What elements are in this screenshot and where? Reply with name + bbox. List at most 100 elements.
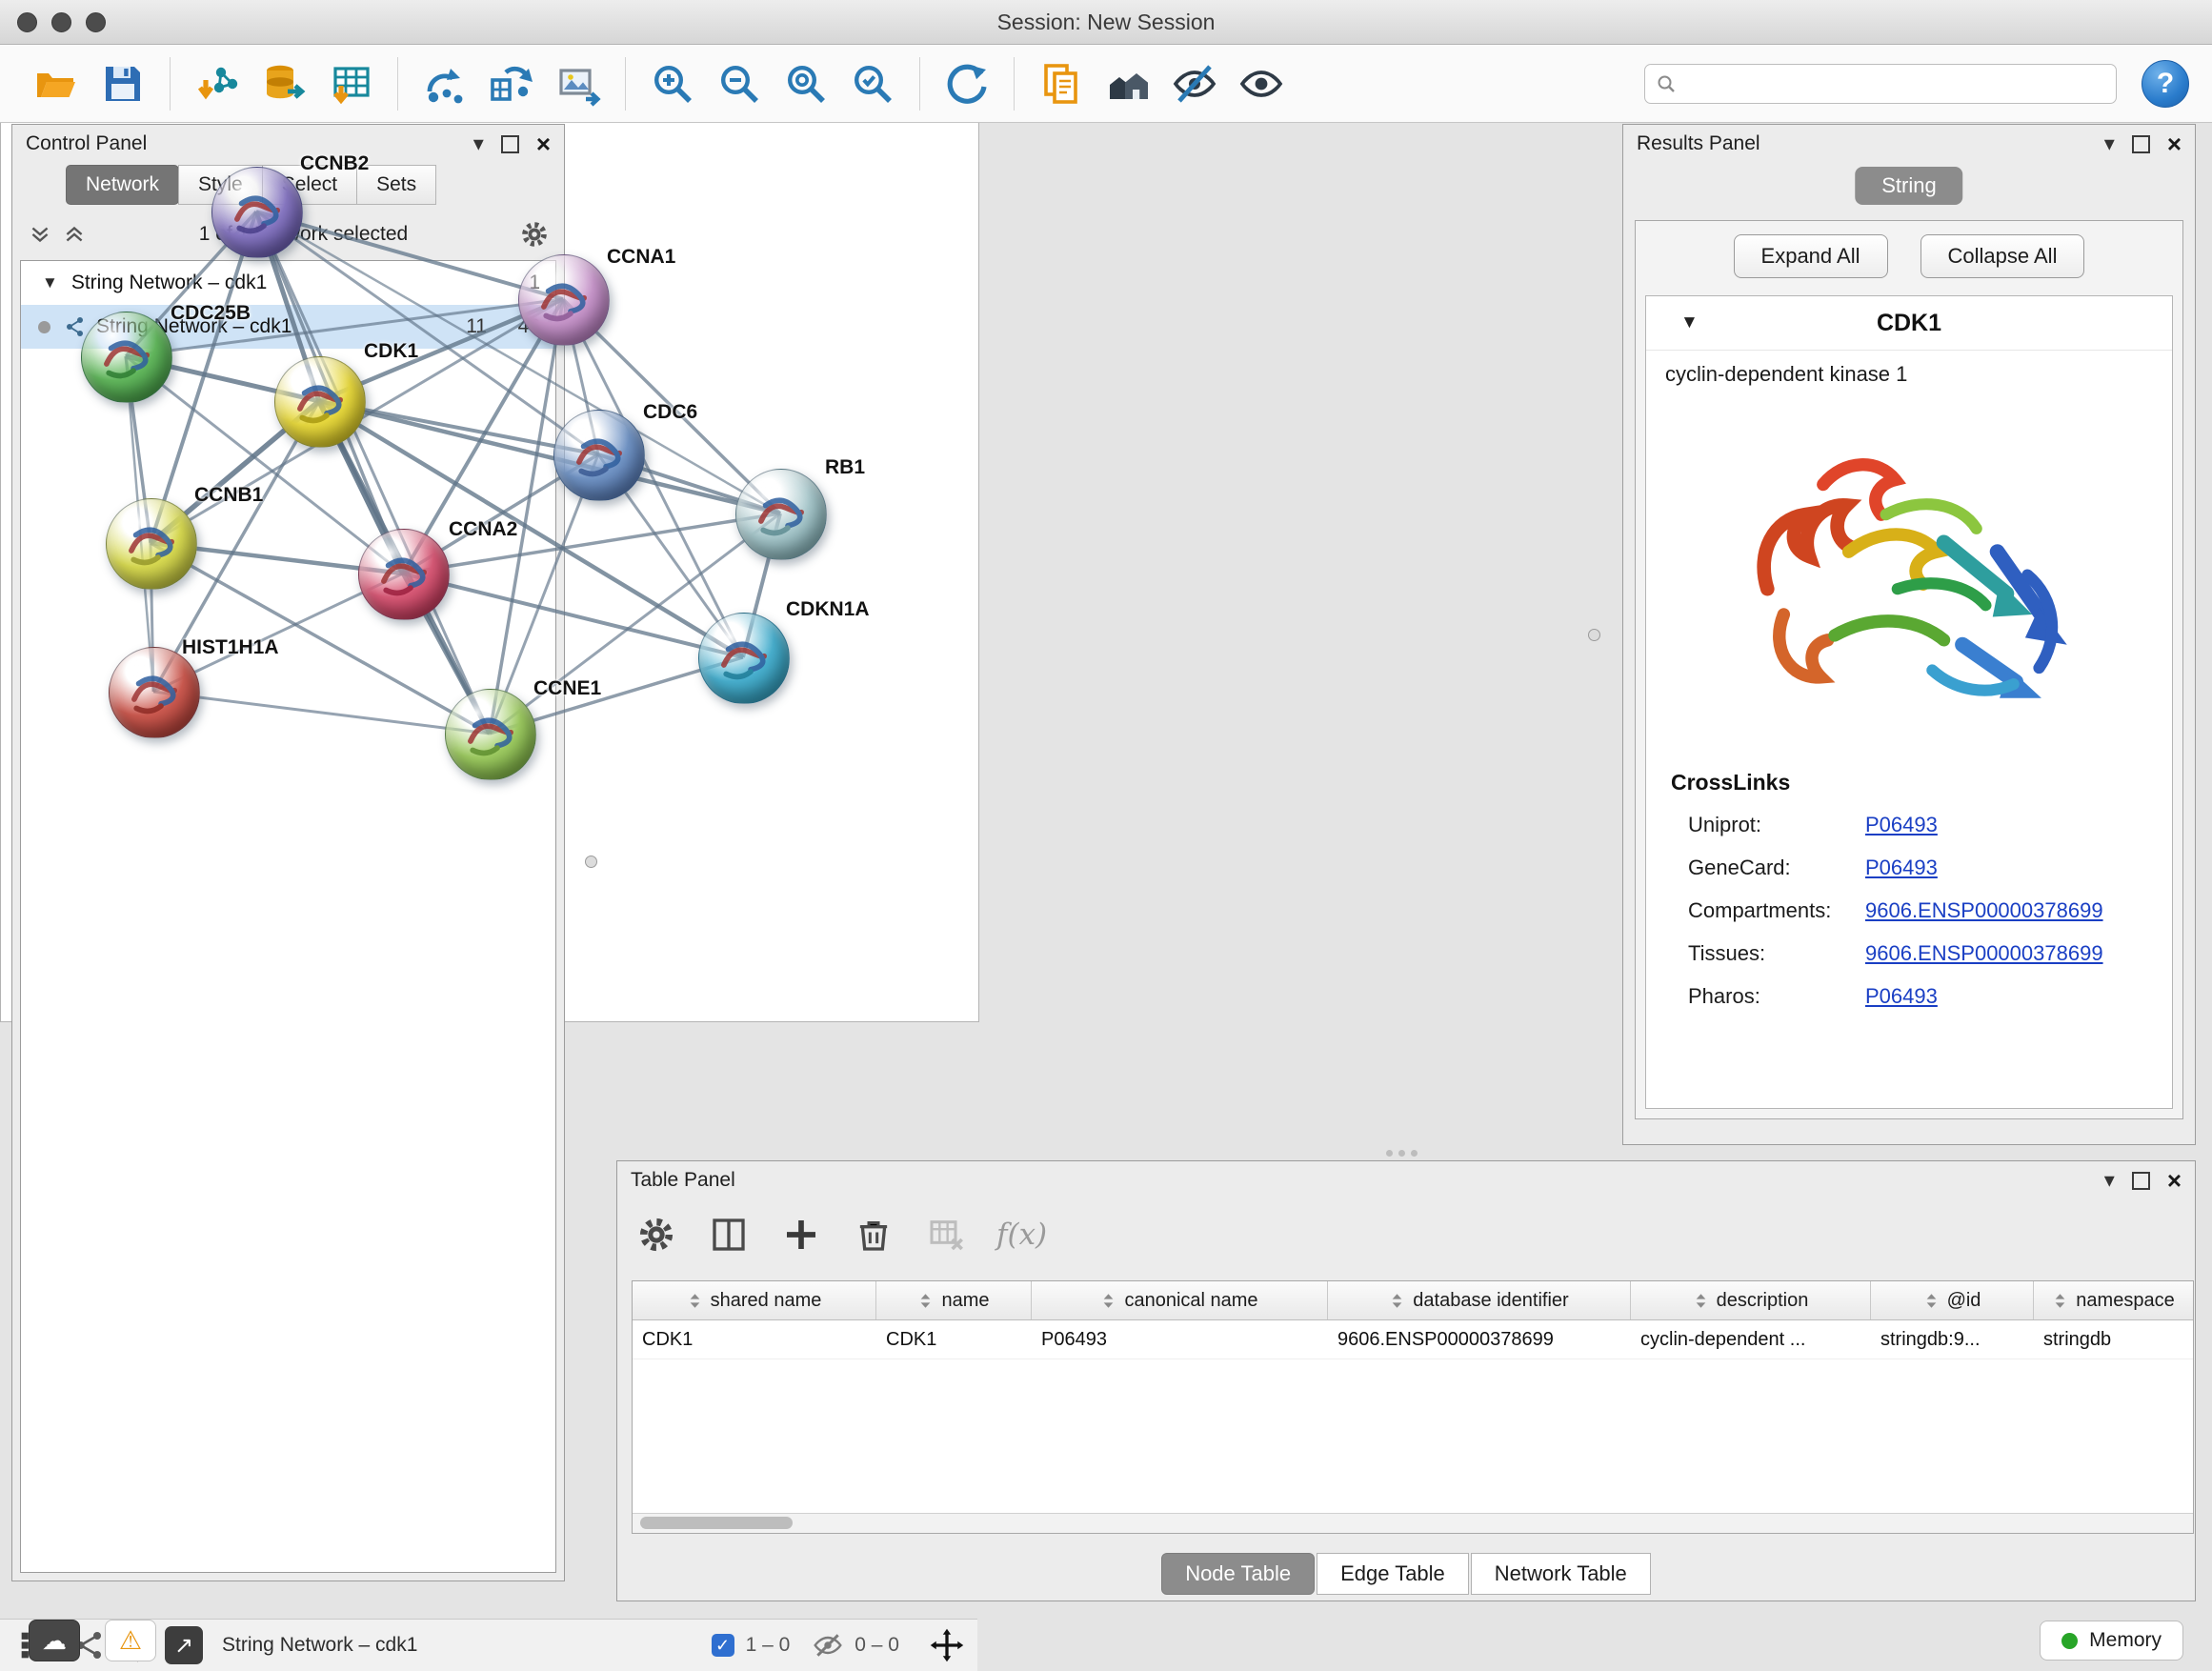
- table-panel: Table Panel ▾ × f(x) shared name name ca…: [616, 1160, 2196, 1601]
- network-edge[interactable]: [256, 211, 490, 734]
- column-header[interactable]: namespace: [2034, 1281, 2193, 1319]
- eye-slash-icon: [1172, 61, 1217, 107]
- crosslink-link[interactable]: P06493: [1865, 856, 1938, 880]
- table-toolbar: f(x): [634, 1201, 1047, 1268]
- show-columns-button[interactable]: [707, 1213, 751, 1257]
- close-panel-icon[interactable]: ×: [2167, 131, 2182, 156]
- float-panel-icon[interactable]: [2132, 1172, 2150, 1190]
- splitter-grip[interactable]: [1386, 1150, 1418, 1157]
- network-node-cdc25b[interactable]: [81, 312, 172, 403]
- splitter-handle[interactable]: [1588, 629, 1600, 641]
- protein-structure-image: [1723, 400, 2095, 755]
- network-edge[interactable]: [319, 401, 780, 513]
- delete-table-button-disabled: [924, 1213, 968, 1257]
- float-panel-icon[interactable]: [2132, 135, 2150, 153]
- network-edge[interactable]: [256, 211, 563, 299]
- cloud-icon: ☁: [42, 1626, 67, 1656]
- node-table: shared name name canonical name database…: [632, 1280, 2194, 1534]
- search-input[interactable]: [1685, 71, 2106, 96]
- cell-database-identifier[interactable]: 9606.ENSP00000378699: [1328, 1320, 1631, 1359]
- network-node-hist1h1a[interactable]: [109, 647, 200, 738]
- network-node-label: CCNB2: [300, 152, 369, 175]
- tab-network-table[interactable]: Network Table: [1471, 1553, 1651, 1595]
- warnings-button[interactable]: ⚠: [105, 1620, 156, 1661]
- home-button[interactable]: [1100, 55, 1156, 112]
- sort-icon: [1100, 1293, 1116, 1309]
- results-panel-title: Results Panel: [1637, 132, 1760, 155]
- crosslink-link[interactable]: 9606.ENSP00000378699: [1865, 898, 2103, 923]
- cloud-services-button[interactable]: ☁: [29, 1620, 80, 1661]
- network-node-label: CDC25B: [171, 302, 251, 325]
- column-header[interactable]: shared name: [633, 1281, 876, 1319]
- function-builder-button[interactable]: f(x): [996, 1218, 1047, 1252]
- expand-all-button[interactable]: Expand All: [1734, 234, 1888, 278]
- column-header[interactable]: @id: [1871, 1281, 2034, 1319]
- crosslink-label: Pharos:: [1688, 984, 1865, 1009]
- splitter-handle[interactable]: [585, 856, 597, 868]
- network-node-ccna2[interactable]: [358, 529, 450, 620]
- network-node-cdc6[interactable]: [553, 410, 645, 501]
- tab-node-table[interactable]: Node Table: [1161, 1553, 1315, 1595]
- close-panel-icon[interactable]: ×: [2167, 1168, 2182, 1193]
- scrollbar-thumb[interactable]: [640, 1517, 793, 1529]
- crosslink-label: Uniprot:: [1688, 813, 1865, 837]
- tab-string[interactable]: String: [1855, 167, 1962, 205]
- crosslink-link[interactable]: P06493: [1865, 813, 1938, 837]
- tab-edge-table[interactable]: Edge Table: [1317, 1553, 1469, 1595]
- panel-menu-icon[interactable]: ▾: [2104, 133, 2115, 154]
- cell-canonical-name[interactable]: P06493: [1032, 1320, 1328, 1359]
- network-node-ccne1[interactable]: [445, 689, 536, 780]
- delete-column-button[interactable]: [852, 1213, 895, 1257]
- cell-shared-name[interactable]: CDK1: [633, 1320, 876, 1359]
- collapse-all-button[interactable]: Collapse All: [1920, 234, 2085, 278]
- table-options-button[interactable]: [634, 1213, 678, 1257]
- search-field[interactable]: [1644, 64, 2117, 104]
- network-node-ccnb2[interactable]: [211, 167, 303, 258]
- network-edge[interactable]: [153, 692, 490, 734]
- network-node-ccna1[interactable]: [518, 254, 610, 346]
- panel-menu-icon[interactable]: ▾: [2104, 1170, 2115, 1191]
- column-header[interactable]: canonical name: [1032, 1281, 1328, 1319]
- results-panel: Results Panel ▾ × String Expand All Coll…: [1622, 124, 2196, 1145]
- sort-icon: [2052, 1293, 2068, 1309]
- status-bar: ☁ ⚠ Memory: [0, 1610, 2212, 1671]
- cell-name[interactable]: CDK1: [876, 1320, 1032, 1359]
- network-view: CCNB2CCNA1CDC25BCDK1CDC6RB1CCNB1CCNA2CDK…: [0, 0, 979, 1022]
- network-node-cdkn1a[interactable]: [698, 613, 790, 704]
- columns-icon: [710, 1216, 748, 1254]
- table-tabs: Node Table Edge Table Network Table: [617, 1553, 2195, 1595]
- show-graphics-details-button[interactable]: [1234, 55, 1289, 112]
- table-row[interactable]: CDK1 CDK1 P06493 9606.ENSP00000378699 cy…: [633, 1320, 2193, 1359]
- horizontal-scrollbar[interactable]: [633, 1513, 2193, 1533]
- gene-expander-icon[interactable]: ▼: [1680, 312, 1699, 333]
- cell-id[interactable]: stringdb:9...: [1871, 1320, 2034, 1359]
- memory-button[interactable]: Memory: [2040, 1621, 2183, 1661]
- document-button[interactable]: [1034, 55, 1089, 112]
- gene-card: ▼ CDK1 cyclin-dependent kinase 1: [1645, 295, 2173, 1109]
- help-icon: ?: [2157, 68, 2174, 100]
- search-icon: [1655, 72, 1678, 95]
- crosslink-row: Compartments: 9606.ENSP00000378699: [1646, 889, 2172, 932]
- memory-label: Memory: [2089, 1629, 2162, 1652]
- cell-description[interactable]: cyclin-dependent ...: [1631, 1320, 1871, 1359]
- column-header[interactable]: database identifier: [1328, 1281, 1631, 1319]
- column-header[interactable]: name: [876, 1281, 1032, 1319]
- crosslink-row: Pharos: P06493: [1646, 975, 2172, 1017]
- sort-icon: [1693, 1293, 1709, 1309]
- cell-namespace[interactable]: stringdb: [2034, 1320, 2193, 1359]
- help-button[interactable]: ?: [2142, 60, 2189, 108]
- network-node-rb1[interactable]: [735, 469, 827, 560]
- column-header[interactable]: description: [1631, 1281, 1871, 1319]
- hide-graphics-details-button[interactable]: [1167, 55, 1222, 112]
- crosslink-link[interactable]: P06493: [1865, 984, 1938, 1009]
- crosslink-label: GeneCard:: [1688, 856, 1865, 880]
- document-copy-icon: [1038, 61, 1084, 107]
- gear-icon: [637, 1216, 675, 1254]
- create-column-button[interactable]: [779, 1213, 823, 1257]
- network-node-label: CCNA2: [449, 518, 517, 541]
- network-canvas[interactable]: CCNB2CCNA1CDC25BCDK1CDC6RB1CCNB1CCNA2CDK…: [0, 0, 977, 968]
- network-node-ccnb1[interactable]: [106, 498, 197, 590]
- crosslink-link[interactable]: 9606.ENSP00000378699: [1865, 941, 2103, 966]
- network-node-cdk1[interactable]: [274, 356, 366, 448]
- toolbar-separator: [1014, 57, 1015, 111]
